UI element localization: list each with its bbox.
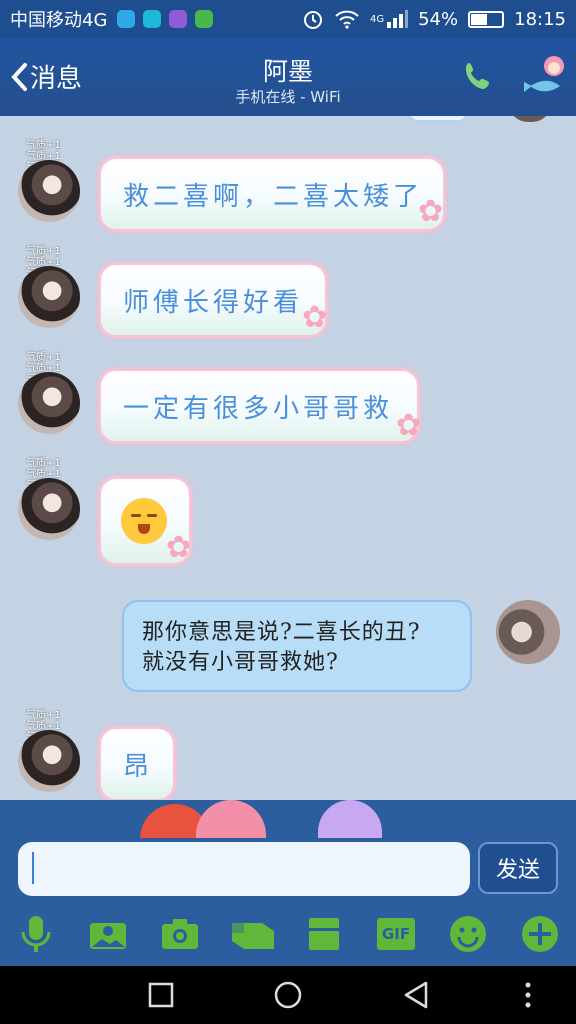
message-bubble[interactable]: 救二喜啊，二喜太矮了: [98, 156, 446, 232]
message-text: 一定有很多小哥哥救: [123, 393, 394, 424]
gif-label: GIF: [377, 918, 415, 950]
clock: 18:15: [514, 8, 566, 30]
app-notification-icon: [117, 10, 136, 28]
avatar: [508, 116, 552, 122]
avatar[interactable]: [18, 730, 80, 792]
emoji-icon[interactable]: [448, 914, 488, 954]
chat-header: 消息 阿墨 手机在线 - WiFi: [0, 38, 576, 116]
message-text: 救二喜啊，二喜太矮了: [123, 181, 424, 212]
recents-button[interactable]: [146, 980, 176, 1010]
network-type-label: 4G: [369, 13, 385, 25]
battery-fill: [471, 13, 488, 25]
system-nav-bar: [0, 966, 576, 1024]
chat-theme-decoration: [0, 800, 576, 840]
battery-percent: 54%: [418, 8, 459, 30]
flower-decoration: ✿: [302, 300, 328, 335]
carrier-label: 中国移动4G: [10, 10, 108, 31]
message-text-line: 那你意思是说?二喜长的丑?: [142, 620, 421, 645]
message-text: 师傅长得好看: [123, 287, 304, 318]
plus-icon[interactable]: [520, 914, 560, 954]
send-button[interactable]: 发送: [478, 842, 558, 894]
notification-icons: [117, 10, 214, 28]
flower-decoration: ✿: [418, 194, 444, 229]
signal-icon: [387, 10, 409, 28]
camera-icon[interactable]: [160, 914, 200, 954]
alarm-icon: [303, 11, 322, 29]
input-toolbar: GIF: [0, 904, 576, 966]
app-notification-icon: [169, 10, 188, 28]
shy-face-emoji: [121, 498, 167, 544]
message-bubble[interactable]: 昂: [98, 726, 176, 800]
avatar[interactable]: [18, 160, 80, 222]
status-bar: 中国移动4G 4G 54% 18:15: [0, 0, 576, 38]
back-nav-button[interactable]: [401, 980, 431, 1010]
phone-icon[interactable]: [462, 60, 494, 92]
file-icon[interactable]: [304, 914, 344, 954]
gif-icon[interactable]: GIF: [376, 914, 416, 954]
avatar[interactable]: [18, 478, 80, 540]
text-cursor: [32, 852, 34, 884]
message-text: 昂: [123, 751, 154, 782]
flower-decoration: ✿: [396, 408, 422, 443]
flower-decoration: ✿: [166, 530, 192, 565]
message-input[interactable]: [18, 842, 470, 896]
more-menu-button[interactable]: [518, 980, 538, 1010]
input-bar: 发送: [0, 838, 576, 904]
message-text-line: 就没有小哥哥救她?: [142, 650, 339, 675]
microphone-icon[interactable]: [16, 914, 56, 954]
wifi-icon: [335, 10, 359, 29]
home-button[interactable]: [273, 980, 303, 1010]
message-bubble-outgoing[interactable]: 那你意思是说?二喜长的丑? 就没有小哥哥救她?: [122, 600, 472, 692]
avatar[interactable]: [18, 372, 80, 434]
avatar[interactable]: [18, 266, 80, 328]
battery-icon: [468, 10, 505, 28]
app-notification-icon: [195, 10, 214, 28]
red-packet-icon[interactable]: [230, 914, 276, 954]
chibi-character: [318, 800, 382, 840]
app-notification-icon: [143, 10, 162, 28]
message-bubble[interactable]: 师傅长得好看: [98, 262, 328, 338]
chibi-character: [196, 800, 266, 840]
photo-icon[interactable]: [88, 914, 128, 954]
chat-list[interactable]: 气质+1气质+1气质+1 救二喜啊，二喜太矮了 ✿ 气质+1气质+1气质+1 师…: [0, 116, 576, 800]
partial-bubble: [408, 116, 468, 122]
my-avatar[interactable]: [496, 600, 560, 664]
message-bubble[interactable]: 一定有很多小哥哥救: [98, 368, 420, 444]
mermaid-theme-icon[interactable]: [520, 52, 572, 104]
